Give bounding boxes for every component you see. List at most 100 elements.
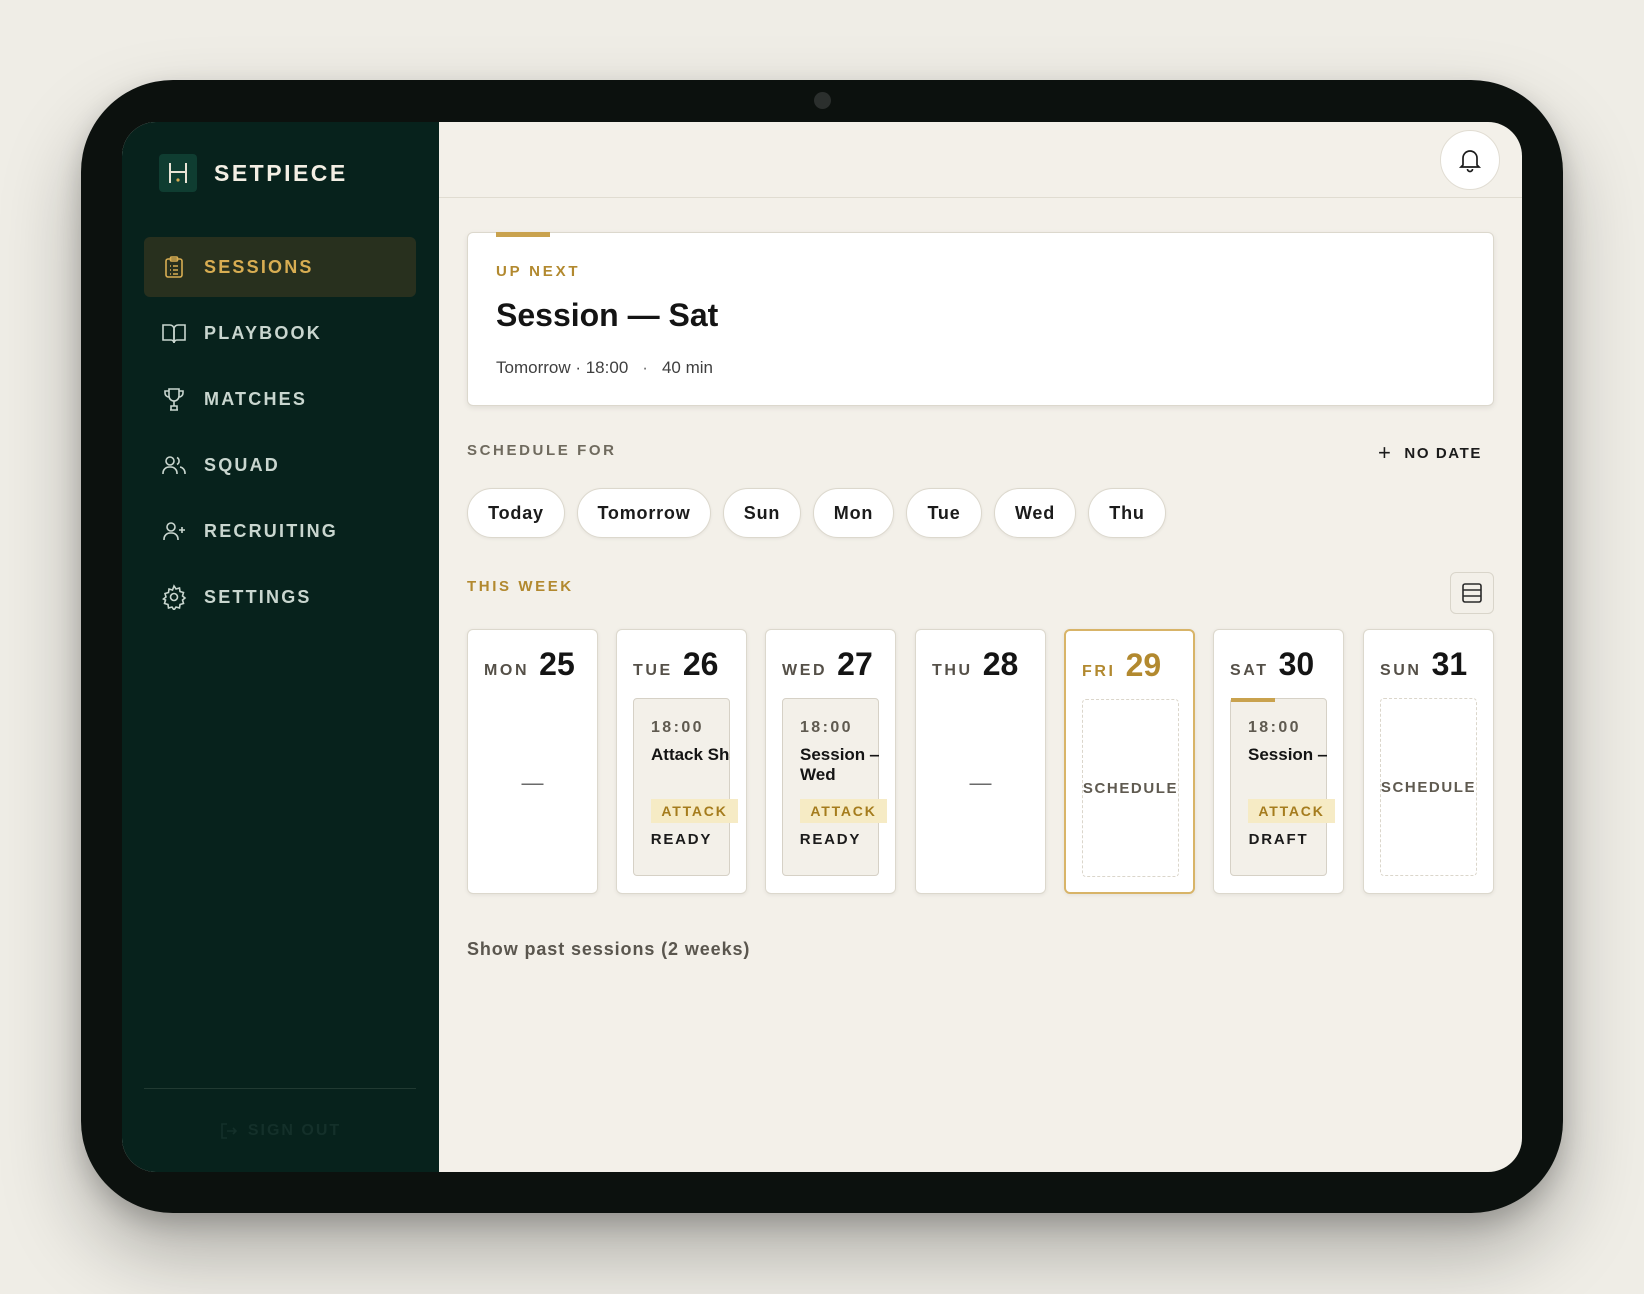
plus-icon: +: [1377, 440, 1393, 465]
day-name: THU: [932, 662, 973, 679]
chip-today[interactable]: Today: [467, 488, 565, 538]
session-status: READY: [799, 831, 862, 848]
session-time: 18:00: [800, 719, 853, 736]
day-name: MON: [484, 662, 530, 679]
session-tag: ATTACK: [651, 799, 738, 823]
day-card-wed: WED 27 18:00 Session — Wed ATTACK READY: [765, 629, 896, 894]
sign-out-button[interactable]: SIGN OUT: [122, 1122, 439, 1140]
day-name: FRI: [1082, 663, 1116, 680]
sidebar-divider: [144, 1088, 416, 1089]
day-number: 29: [1125, 647, 1162, 683]
chip-wed[interactable]: Wed: [994, 488, 1076, 538]
this-week-label: THIS WEEK: [467, 578, 574, 595]
day-header: MON 25: [484, 646, 575, 683]
day-header: SUN 31: [1380, 646, 1467, 683]
session-time: 18:00: [1248, 719, 1301, 736]
session-status: READY: [650, 831, 713, 848]
session-card[interactable]: 18:00 Attack Shap... ATTACK READY: [633, 698, 738, 876]
sidebar-item-squad[interactable]: SQUAD: [144, 435, 416, 495]
day-number: 31: [1431, 646, 1468, 682]
notifications-button[interactable]: [1440, 130, 1500, 190]
no-date-button[interactable]: + NO DATE: [1378, 442, 1482, 464]
day-header: FRI 29: [1082, 647, 1161, 684]
upcoming-accent: [1231, 698, 1275, 702]
session-title: Session — Wed: [800, 745, 879, 784]
schedule-slot-button[interactable]: SCHEDULE: [1082, 699, 1179, 877]
session-title-clip: Session — Sat: [1248, 745, 1327, 789]
day-number: 28: [982, 646, 1019, 682]
bell-icon: [1458, 150, 1482, 173]
session-title: Session — Sat: [1248, 745, 1327, 764]
sidebar-item-playbook[interactable]: PLAYBOOK: [144, 303, 416, 363]
session-card[interactable]: 18:00 Session — Wed ATTACK READY: [782, 698, 887, 876]
session-time: 18:00: [651, 719, 704, 736]
users-icon: [160, 451, 188, 479]
session-card[interactable]: 18:00 Session — Sat ATTACK DRAFT: [1230, 698, 1335, 876]
goalpost-icon: [159, 154, 197, 192]
trophy-icon: [160, 385, 188, 413]
day-header: TUE 26: [633, 646, 718, 683]
session-title: Attack Shap...: [651, 745, 730, 764]
app-name: SETPIECE: [214, 159, 348, 186]
up-next-accent: [496, 232, 550, 237]
schedule-label: SCHEDULE: [1082, 779, 1179, 797]
sidebar-item-label: SETTINGS: [204, 586, 312, 607]
sidebar-item-settings[interactable]: SETTINGS: [144, 567, 416, 627]
day-card-sat: SAT 30 18:00 Session — Sat ATTACK DRAFT: [1213, 629, 1344, 894]
session-title-clip: Session — Wed: [800, 745, 879, 789]
up-next-when: Tomorrow · 18:00: [496, 358, 629, 377]
main-content: UP NEXT Session — Sat Tomorrow · 18:00 · 4…: [439, 122, 1522, 1172]
day-card-mon: MON 25 —: [467, 629, 598, 894]
sidebar-nav: SESSIONS PLAYBOOK MATCHES SQUAD RECRUITI…: [144, 237, 416, 633]
day-header: THU 28: [932, 646, 1018, 683]
sidebar-item-label: PLAYBOOK: [204, 322, 322, 343]
day-card-sun: SUN 31 SCHEDULE: [1363, 629, 1494, 894]
list-view-button[interactable]: [1450, 572, 1494, 614]
book-icon: [160, 319, 188, 347]
sign-out-label: SIGN OUT: [247, 1122, 342, 1139]
clipboard-icon: [160, 253, 188, 281]
chip-tomorrow[interactable]: Tomorrow: [577, 488, 711, 538]
up-next-card[interactable]: UP NEXT Session — Sat Tomorrow · 18:00 · 4…: [467, 232, 1494, 406]
day-name: SAT: [1230, 662, 1269, 679]
chip-tue[interactable]: Tue: [906, 488, 982, 538]
sidebar-item-sessions[interactable]: SESSIONS: [144, 237, 416, 297]
sidebar-item-label: RECRUITING: [204, 520, 338, 541]
app-screen: SETPIECE SESSIONS PLAYBOOK MATCHES SQUAD…: [122, 122, 1522, 1172]
meta-separator: ·: [642, 358, 648, 377]
empty-day-indicator: —: [521, 770, 544, 795]
sidebar-item-label: SESSIONS: [204, 256, 314, 277]
session-tag: ATTACK: [800, 799, 887, 823]
chip-sun[interactable]: Sun: [723, 488, 801, 538]
up-next-eyebrow: UP NEXT: [496, 263, 581, 280]
up-next-duration: 40 min: [661, 358, 713, 377]
chip-mon[interactable]: Mon: [813, 488, 894, 538]
schedule-for-label: SCHEDULE FOR: [467, 442, 617, 459]
camera-dot: [814, 92, 831, 109]
top-bar: [439, 122, 1522, 198]
app-logo[interactable]: SETPIECE: [159, 154, 348, 192]
empty-day-indicator: —: [969, 770, 992, 795]
no-date-label: NO DATE: [1404, 444, 1482, 462]
day-name: WED: [782, 662, 828, 679]
day-header: SAT 30: [1230, 646, 1314, 683]
session-title-clip: Attack Shap...: [651, 745, 730, 789]
show-past-sessions-link[interactable]: Show past sessions (2 weeks): [467, 939, 750, 960]
day-number: 25: [539, 646, 575, 682]
day-number: 26: [682, 646, 719, 682]
schedule-slot-button[interactable]: SCHEDULE: [1380, 698, 1477, 876]
up-next-meta: Tomorrow · 18:00 · 40 min: [496, 358, 713, 378]
sign-out-icon: [221, 1123, 237, 1139]
gear-icon: [160, 583, 188, 611]
list-view-icon: [1462, 583, 1482, 603]
day-card-tue: TUE 26 18:00 Attack Shap... ATTACK READY: [616, 629, 747, 894]
user-plus-icon: [160, 517, 188, 545]
day-header: WED 27: [782, 646, 873, 683]
sidebar-item-recruiting[interactable]: RECRUITING: [144, 501, 416, 561]
up-next-title: Session — Sat: [496, 297, 719, 333]
chip-thu[interactable]: Thu: [1088, 488, 1166, 538]
sidebar-item-matches[interactable]: MATCHES: [144, 369, 416, 429]
day-card-fri-today: FRI 29 SCHEDULE: [1064, 629, 1195, 894]
sidebar: SETPIECE SESSIONS PLAYBOOK MATCHES SQUAD…: [122, 122, 439, 1172]
day-number: 30: [1278, 646, 1315, 682]
